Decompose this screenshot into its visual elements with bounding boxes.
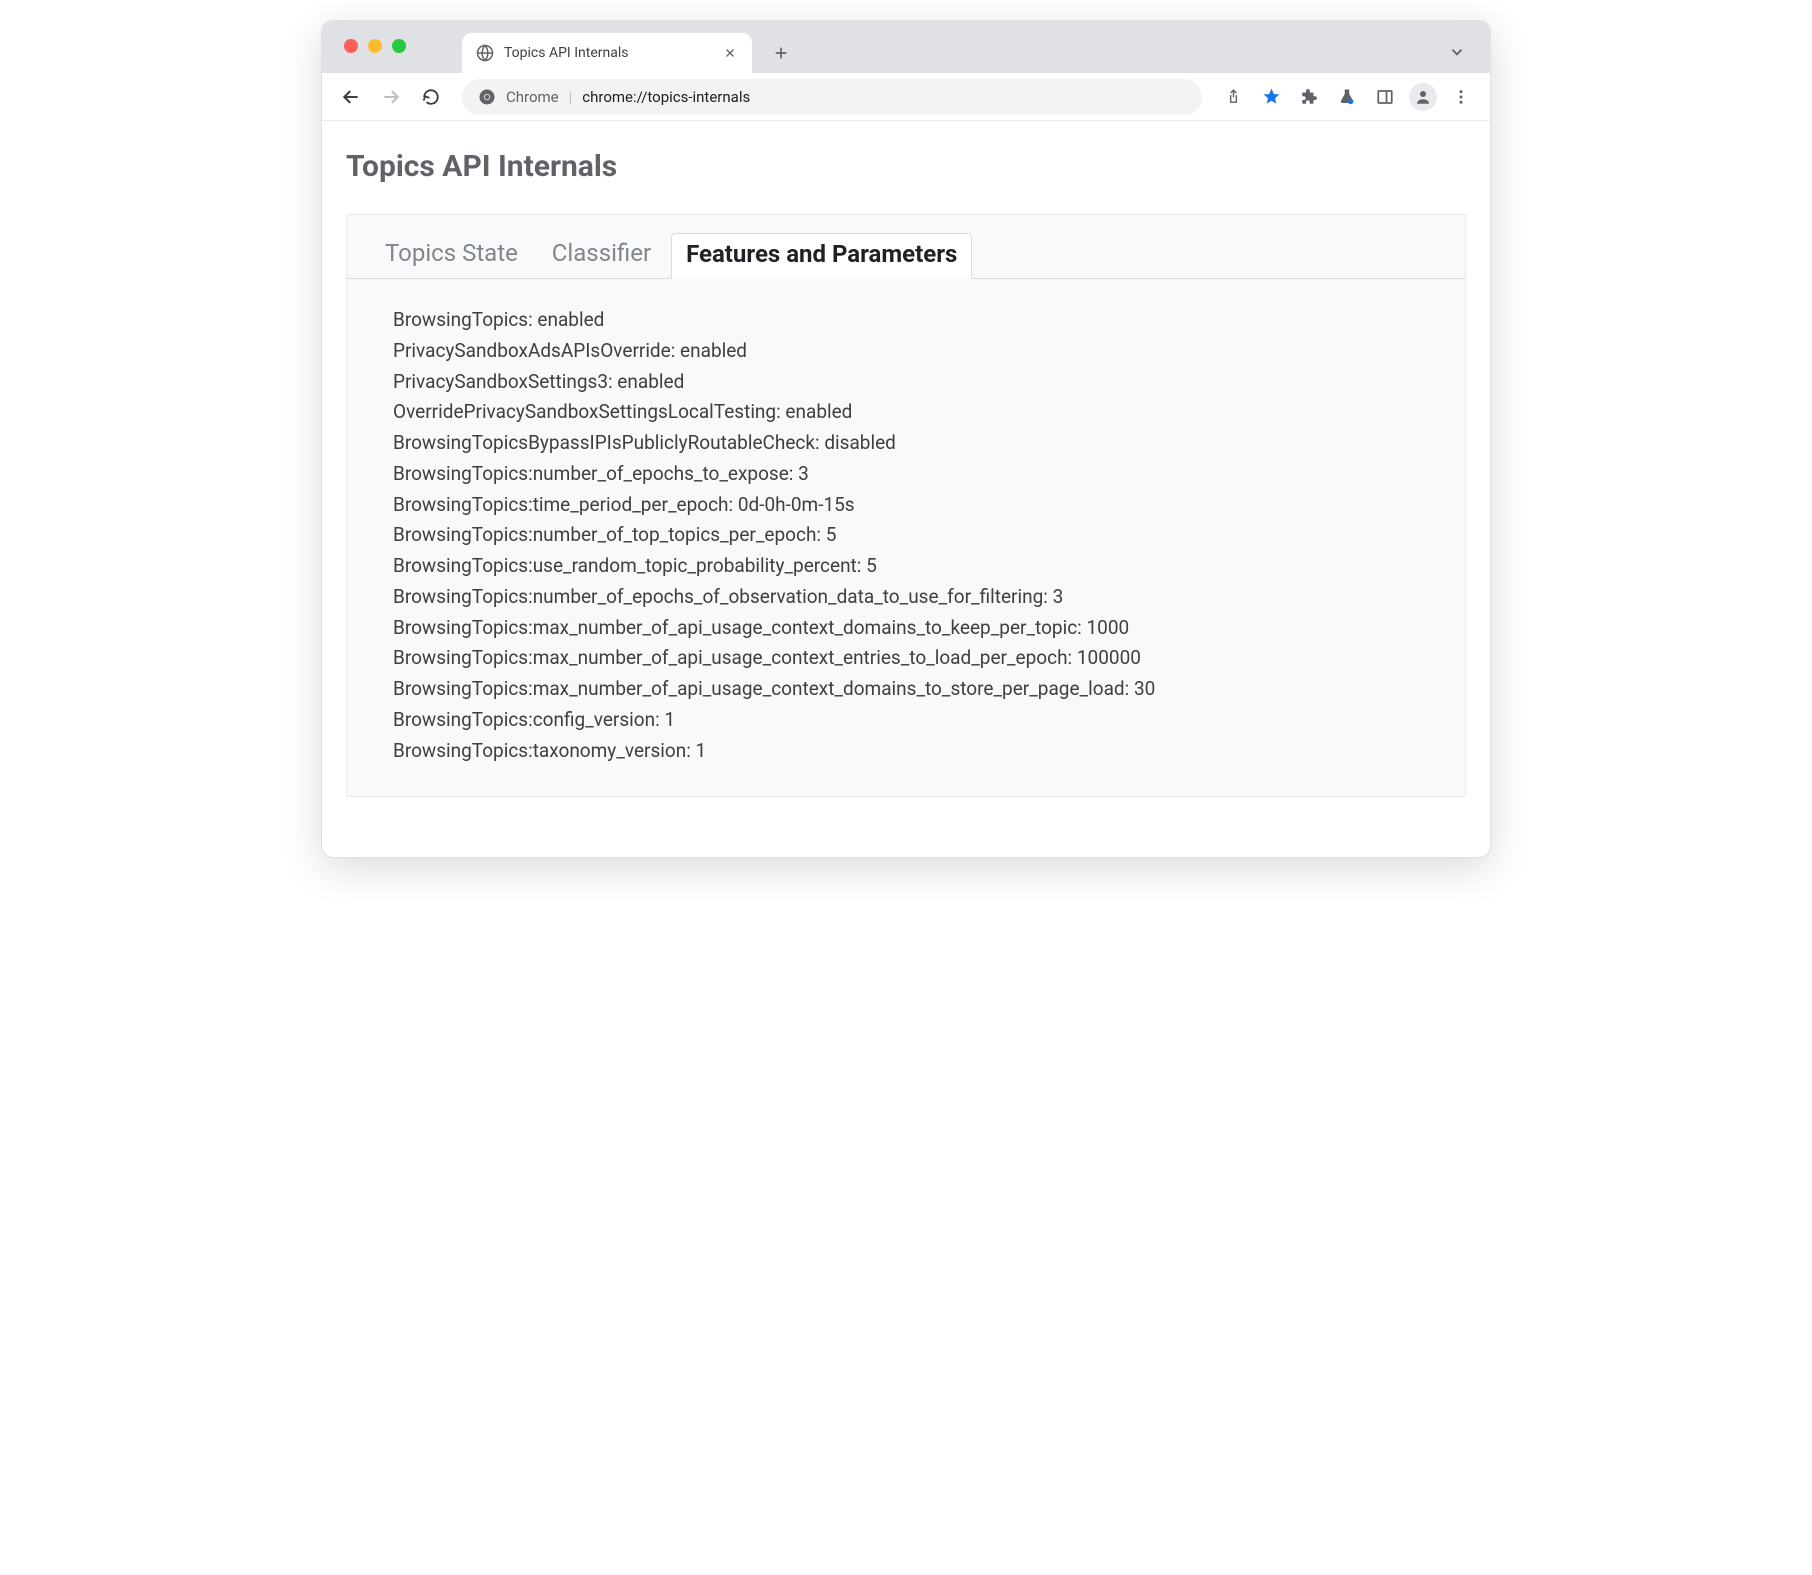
bookmark-star-icon[interactable] [1254, 80, 1288, 114]
list-item: BrowsingTopics:number_of_top_topics_per_… [393, 520, 1465, 551]
list-item: BrowsingTopics:use_random_topic_probabil… [393, 551, 1465, 582]
titlebar: Topics API Internals [322, 21, 1490, 73]
close-tab-button[interactable] [722, 45, 738, 61]
browser-tab-title: Topics API Internals [504, 45, 712, 61]
window-minimize-button[interactable] [368, 39, 382, 53]
list-item: BrowsingTopics:taxonomy_version: 1 [393, 736, 1465, 767]
browser-tabs-row: Topics API Internals [462, 21, 1490, 73]
omnibox-separator: | [569, 88, 573, 106]
list-item: BrowsingTopics:time_period_per_epoch: 0d… [393, 490, 1465, 521]
content-area: Topics API Internals Topics State Classi… [322, 121, 1490, 857]
chrome-icon [478, 88, 496, 106]
window-close-button[interactable] [344, 39, 358, 53]
list-item: BrowsingTopics: enabled [393, 305, 1465, 336]
omnibox-url: chrome://topics-internals [582, 88, 750, 106]
list-item: BrowsingTopicsBypassIPIsPubliclyRoutable… [393, 428, 1465, 459]
labs-icon[interactable] [1330, 80, 1364, 114]
tabs-menu-button[interactable] [1448, 43, 1466, 61]
list-item: BrowsingTopics:max_number_of_api_usage_c… [393, 674, 1465, 705]
side-panel-icon[interactable] [1368, 80, 1402, 114]
extensions-icon[interactable] [1292, 80, 1326, 114]
toolbar: Chrome | chrome://topics-internals [322, 73, 1490, 121]
omnibox[interactable]: Chrome | chrome://topics-internals [462, 79, 1202, 115]
parameters-list: BrowsingTopics: enabled PrivacySandboxAd… [347, 279, 1465, 766]
page-tabs: Topics State Classifier Features and Par… [347, 215, 1465, 279]
tab-features-parameters[interactable]: Features and Parameters [671, 233, 972, 279]
reload-button[interactable] [414, 80, 448, 114]
share-icon[interactable] [1216, 80, 1250, 114]
window-maximize-button[interactable] [392, 39, 406, 53]
list-item: OverridePrivacySandboxSettingsLocalTesti… [393, 397, 1465, 428]
omnibox-scheme-label: Chrome [506, 88, 559, 106]
panel: Topics State Classifier Features and Par… [346, 214, 1466, 797]
toolbar-right [1216, 80, 1478, 114]
list-item: BrowsingTopics:max_number_of_api_usage_c… [393, 643, 1465, 674]
page-title: Topics API Internals [346, 149, 1466, 184]
forward-button[interactable] [374, 80, 408, 114]
window-controls [344, 39, 406, 53]
new-tab-button[interactable] [766, 38, 796, 68]
avatar-icon [1409, 83, 1437, 111]
tab-topics-state[interactable]: Topics State [371, 233, 532, 278]
browser-window: Topics API Internals [321, 20, 1491, 858]
list-item: BrowsingTopics:number_of_epochs_of_obser… [393, 582, 1465, 613]
profile-button[interactable] [1406, 80, 1440, 114]
browser-tab-active[interactable]: Topics API Internals [462, 33, 752, 73]
list-item: PrivacySandboxSettings3: enabled [393, 367, 1465, 398]
list-item: BrowsingTopics:config_version: 1 [393, 705, 1465, 736]
tab-classifier[interactable]: Classifier [538, 233, 665, 278]
back-button[interactable] [334, 80, 368, 114]
list-item: PrivacySandboxAdsAPIsOverride: enabled [393, 336, 1465, 367]
list-item: BrowsingTopics:number_of_epochs_to_expos… [393, 459, 1465, 490]
globe-icon [476, 44, 494, 62]
list-item: BrowsingTopics:max_number_of_api_usage_c… [393, 613, 1465, 644]
menu-button[interactable] [1444, 80, 1478, 114]
